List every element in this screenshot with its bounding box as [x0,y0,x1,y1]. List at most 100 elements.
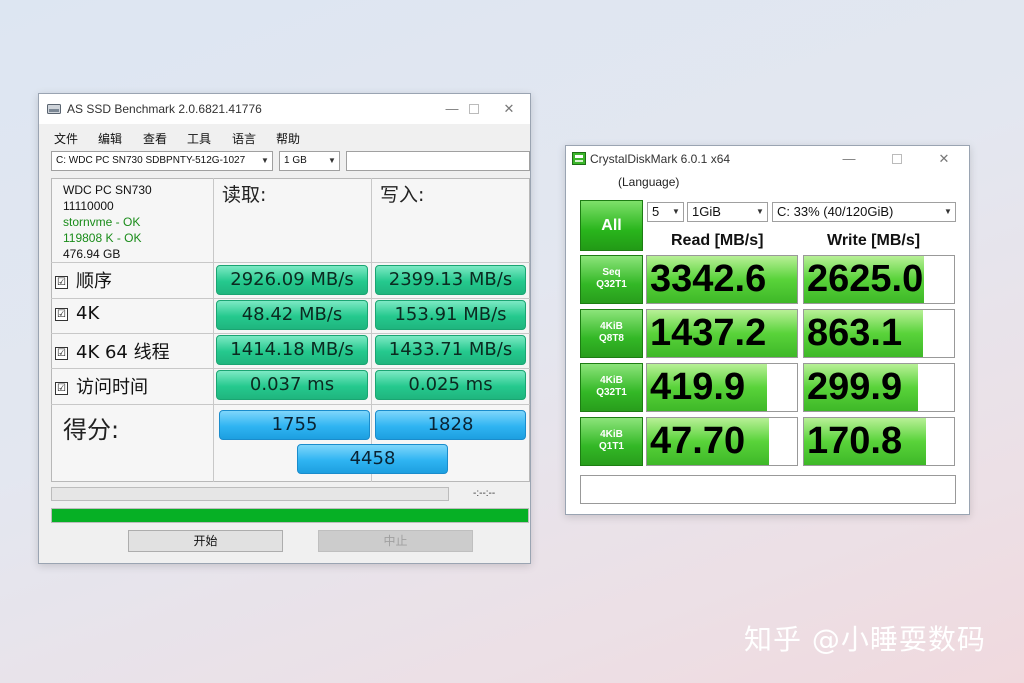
grid-divider [51,298,530,299]
test-param: Q32T1 [596,387,627,398]
result-cell: 47.70 [646,417,798,466]
language-menu[interactable]: (Language) [618,175,679,189]
chevron-down-icon: ▼ [941,203,955,221]
status-field[interactable] [346,151,530,171]
device-model: WDC PC SN730 [63,183,152,197]
menu-view[interactable]: 查看 [143,130,167,147]
access-write-result: 0.025 ms [375,370,526,400]
row-label-access[interactable]: ☑ 访问时间 [55,373,148,399]
crystaldiskmark-window: CrystalDiskMark 6.0.1 x64 — ✕ (Language)… [565,145,970,515]
result-cell: 170.8 [803,417,955,466]
row-label-text: 顺序 [76,271,112,292]
chevron-down-icon: ▼ [325,152,339,170]
menu-help[interactable]: 帮助 [276,130,300,147]
4k64-read-result: 1414.18 MB/s [216,335,368,365]
4k-read-result: 48.42 MB/s [216,300,368,330]
count-select[interactable]: 5 ▼ [647,202,684,222]
4kib-q8t8-button[interactable]: 4KiB Q8T8 [580,309,643,358]
maximize-icon[interactable] [459,98,489,120]
disk-icon [572,152,586,165]
size-select-value: 1 GB [284,155,307,166]
device-firmware: 11110000 [63,199,114,213]
result-value: 47.70 [650,420,746,462]
4k-write-result: 153.91 MB/s [375,300,526,330]
device-capacity: 476.94 GB [63,247,121,261]
read-header: Read [MB/s] [671,232,764,249]
device-alignment: 119808 K - OK [63,231,142,245]
seq-write-result: 2399.13 MB/s [375,265,526,295]
size-select[interactable]: 1GiB ▼ [687,202,768,222]
test-param: Q8T8 [598,333,624,344]
test-progress-bar [51,487,449,501]
checkbox-icon[interactable]: ☑ [55,347,68,360]
grid-divider [51,262,530,263]
result-value: 1437.2 [650,312,767,354]
checkbox-icon[interactable]: ☑ [55,308,68,321]
grid-divider [51,404,530,405]
grid-divider [51,333,530,334]
total-progress-bar [51,508,529,523]
count-select-value: 5 [652,204,660,219]
device-driver: stornvme - OK [63,215,141,229]
menu-language[interactable]: 语言 [232,130,256,147]
checkbox-icon[interactable]: ☑ [55,382,68,395]
row-label-seq[interactable]: ☑ 顺序 [55,267,112,293]
result-value: 170.8 [807,420,903,462]
4kib-q32t1-button[interactable]: 4KiB Q32T1 [580,363,643,412]
as-ssd-titlebar: AS SSD Benchmark 2.0.6821.41776 — ✕ [39,94,530,124]
score-label: 得分: [63,416,120,444]
disk-icon [47,104,61,114]
watermark: 知乎 @小睡耍数码 [744,623,986,656]
result-cell: 863.1 [803,309,955,358]
size-select-value: 1GiB [692,204,721,219]
drive-select-value: C: WDC PC SN730 SDBPNTY-512G-1027 [56,155,246,166]
write-header: 写入: [380,184,425,206]
grid-divider [371,178,372,482]
result-cell: 299.9 [803,363,955,412]
maximize-icon[interactable] [882,148,912,170]
test-name: 4KiB [600,429,623,440]
row-label-4k[interactable]: ☑ 4K [55,303,99,324]
drive-select[interactable]: C: 33% (40/120GiB) ▼ [772,202,956,222]
result-value: 3342.6 [650,258,767,300]
total-progress-fill [52,509,528,522]
drive-select-value: C: 33% (40/120GiB) [777,204,894,219]
row-label-4k64[interactable]: ☑ 4K 64 线程 [55,338,170,364]
seq-q32t1-button[interactable]: Seq Q32T1 [580,255,643,304]
all-button[interactable]: All [580,200,643,251]
checkbox-icon[interactable]: ☑ [55,276,68,289]
result-cell: 419.9 [646,363,798,412]
result-value: 2625.0 [807,258,924,300]
result-cell: 3342.6 [646,255,798,304]
menu-tools[interactable]: 工具 [187,130,211,147]
test-name: 4KiB [600,375,623,386]
minimize-icon[interactable]: — [834,148,864,170]
grid-divider [51,368,530,369]
start-button[interactable]: 开始 [128,530,283,552]
chevron-down-icon: ▼ [669,203,683,221]
size-select[interactable]: 1 GB ▼ [279,151,340,171]
chevron-down-icon: ▼ [753,203,767,221]
4k64-write-result: 1433.71 MB/s [375,335,526,365]
test-name: Seq [602,267,621,278]
4kib-q1t1-button[interactable]: 4KiB Q1T1 [580,417,643,466]
menu-file[interactable]: 文件 [54,130,78,147]
drive-select[interactable]: C: WDC PC SN730 SDBPNTY-512G-1027 ▼ [51,151,273,171]
row-label-text: 访问时间 [76,377,148,398]
score-write: 1828 [375,410,526,440]
comment-input[interactable] [580,475,956,504]
stop-button[interactable]: 中止 [318,530,473,552]
result-value: 299.9 [807,366,903,408]
close-icon[interactable]: ✕ [929,148,959,170]
row-label-text: 4K [76,303,100,324]
test-name: 4KiB [600,321,623,332]
score-total: 4458 [297,444,448,474]
grid-divider [213,178,214,482]
elapsed-time: -:--:-- [473,488,496,499]
close-icon[interactable]: ✕ [494,98,524,120]
result-value: 863.1 [807,312,903,354]
result-value: 419.9 [650,366,746,408]
score-read: 1755 [219,410,370,440]
menu-edit[interactable]: 编辑 [98,130,122,147]
window-title: CrystalDiskMark 6.0.1 x64 [590,152,731,166]
